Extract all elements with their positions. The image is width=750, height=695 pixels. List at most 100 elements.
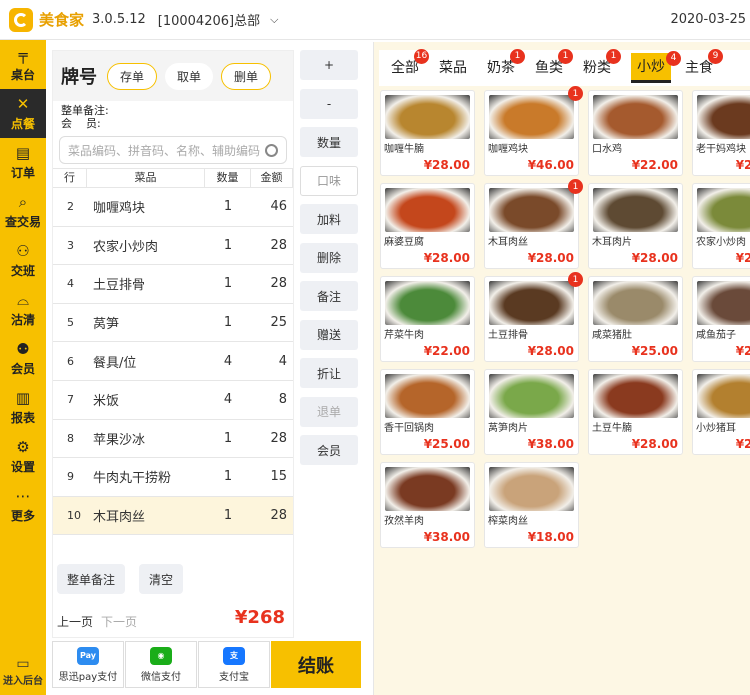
sidebar-item-9[interactable]: ⋯ 更多 xyxy=(0,481,46,530)
op-button-8[interactable]: 折让 xyxy=(300,358,358,388)
dish-card[interactable]: 农家小炒肉 ¥28.00 xyxy=(692,183,750,269)
table-row[interactable]: 8 苹果沙冰 1 28 xyxy=(53,420,293,459)
dish-card[interactable]: 咸鱼茄子 ¥28.00 xyxy=(692,276,750,362)
dish-price: ¥28.00 xyxy=(423,251,470,265)
dish-card[interactable]: 麻婆豆腐 ¥28.00 xyxy=(380,183,475,269)
sidebar-item-label: 会员 xyxy=(10,361,35,376)
dish-price: ¥38.00 xyxy=(527,437,574,451)
dish-name: 莴笋 xyxy=(93,317,120,333)
take-order-button[interactable]: 取单 xyxy=(165,62,214,90)
op-button-6[interactable]: 备注 xyxy=(300,281,358,311)
dish-card[interactable]: 榨菜肉丝 ¥18.00 xyxy=(484,462,579,548)
op-button-2[interactable]: 数量 xyxy=(300,127,358,157)
dish-card[interactable]: 木耳肉丝 ¥28.00 1 xyxy=(484,179,583,269)
category-tab[interactable]: 粉类 1 xyxy=(583,49,621,85)
dish-card[interactable]: 香干回锅肉 ¥25.00 xyxy=(380,369,475,455)
table-row[interactable]: 10 木耳肉丝 1 28 xyxy=(53,496,293,536)
category-tab[interactable]: 全部 16 xyxy=(391,49,429,85)
dish-image xyxy=(489,95,574,139)
category-tab[interactable]: 主食 9 xyxy=(685,49,723,85)
sidebar-item-label: 沽清 xyxy=(10,312,35,327)
table-row[interactable]: 6 餐具/位 4 4 xyxy=(53,342,293,381)
table-row[interactable]: 4 土豆排骨 1 28 xyxy=(53,265,293,304)
row-number: 10 xyxy=(67,509,81,523)
category-tab[interactable]: 鱼类 1 xyxy=(535,49,573,85)
dish-image xyxy=(697,95,750,139)
row-number: 8 xyxy=(67,431,74,445)
payment-button-2[interactable]: 支支付宝 xyxy=(198,641,270,688)
dish-name: 小炒猪耳 xyxy=(696,423,736,433)
dish-card[interactable]: 咸菜猪肚 ¥25.00 xyxy=(588,276,683,362)
next-page-link[interactable]: 下一页 xyxy=(101,615,137,629)
app-name: 美食家 xyxy=(39,11,85,29)
quantity: 1 xyxy=(223,430,233,446)
op-button-9[interactable]: 退单 xyxy=(300,396,358,427)
dish-name: 孜然羊肉 xyxy=(384,516,424,526)
dish-card[interactable]: 孜然羊肉 ¥38.00 xyxy=(380,462,475,548)
dish-card[interactable]: 咖喱牛腩 ¥28.00 xyxy=(380,90,475,176)
op-button-1[interactable]: - xyxy=(300,88,358,119)
dish-card[interactable]: 木耳肉片 ¥28.00 xyxy=(588,183,683,269)
sidebar-item-label: 设置 xyxy=(10,459,35,474)
table-header: 行 菜品 数量 金额 xyxy=(53,168,293,188)
sidebar-item-8[interactable]: ⚙ 设置 xyxy=(0,432,46,481)
sidebar-item-5[interactable]: ⌓ 沽清 xyxy=(0,285,46,334)
table-row[interactable]: 3 农家小炒肉 1 28 xyxy=(53,227,293,266)
sidebar-item-2[interactable]: ▤ 订单 xyxy=(0,138,46,187)
search-input[interactable]: 菜品编码、拼音码、名称、辅助编码 xyxy=(59,136,287,164)
sidebar-item-7[interactable]: ▥ 报表 xyxy=(0,383,46,432)
table-row[interactable]: 5 莴笋 1 25 xyxy=(53,304,293,343)
dish-card[interactable]: 芹菜牛肉 ¥22.00 xyxy=(380,276,475,362)
payment-button-1[interactable]: ◉ 微信支付 xyxy=(125,641,197,688)
sidebar-item-6[interactable]: ⚉ 会员 xyxy=(0,334,46,383)
sidebar-item-0[interactable]: ╤ 桌台 xyxy=(0,40,46,89)
dish-card[interactable]: 咖喱鸡块 ¥46.00 1 xyxy=(484,86,583,176)
store-selector[interactable]: [10004206]总部 xyxy=(158,10,260,29)
category-tab[interactable]: 菜品 xyxy=(439,51,467,85)
op-button-7[interactable]: 赠送 xyxy=(300,319,358,350)
payment-button-0[interactable]: Pay 思迅pay支付 xyxy=(52,641,124,688)
dish-image xyxy=(593,374,678,418)
dish-card[interactable]: 土豆排骨 ¥28.00 1 xyxy=(484,272,583,362)
payment-label: 支付宝 xyxy=(219,671,249,683)
sidebar-item-3[interactable]: ⌕ 查交易 xyxy=(0,187,46,236)
clear-button[interactable]: 清空 xyxy=(139,564,184,594)
quantity: 1 xyxy=(223,237,233,253)
sidebar-item-1[interactable]: ✕ 点餐 xyxy=(0,89,46,138)
sidebar-item-label: 进入后台 xyxy=(3,676,43,687)
table-row[interactable]: 7 米饭 4 8 xyxy=(53,381,293,420)
op-button-0[interactable]: + xyxy=(300,50,358,80)
category-tab[interactable]: 奶茶 1 xyxy=(487,49,525,85)
search-doc-icon: ⌕ xyxy=(18,192,28,211)
table-icon: ╤ xyxy=(18,45,28,64)
order-title: 牌号 xyxy=(61,67,97,88)
table-row[interactable]: 2 咖喱鸡块 1 46 xyxy=(53,188,293,227)
prev-page-link[interactable]: 上一页 xyxy=(57,615,93,629)
delete-order-button[interactable]: 删单 xyxy=(221,62,272,90)
app-version: 3.0.5.12 xyxy=(92,12,146,27)
category-label: 小炒 xyxy=(637,59,665,75)
category-tab[interactable]: 小炒 4 xyxy=(631,51,681,83)
dish-card[interactable]: 口水鸡 ¥22.00 xyxy=(588,90,683,176)
sidebar: ╤ 桌台 ✕ 点餐 ▤ 订单 ⌕ 查交易 ⚇ 交班 ⌓ 沽清 ⚉ 会员 ▥ 报表 ⚙ 设置 ⋯ 更多 ▭ 进入后台 xyxy=(0,40,46,695)
dish-card[interactable]: 老干妈鸡块 ¥28.00 xyxy=(692,90,750,176)
dish-image xyxy=(697,281,750,325)
checkout-button[interactable]: 结账 xyxy=(271,641,361,688)
column-header: 行 xyxy=(53,168,87,188)
chevron-down-icon[interactable]: ⌵ xyxy=(270,13,278,27)
dish-card[interactable]: 小炒猪耳 ¥28.00 xyxy=(692,369,750,455)
op-button-5[interactable]: 删除 xyxy=(300,242,358,273)
order-note-button[interactable]: 整单备注 xyxy=(57,564,126,594)
op-button-10[interactable]: 会员 xyxy=(300,435,358,465)
sidebar-item-4[interactable]: ⚇ 交班 xyxy=(0,236,46,285)
op-button-4[interactable]: 加料 xyxy=(300,204,358,234)
dish-card[interactable]: 莴笋肉片 ¥38.00 xyxy=(484,369,579,455)
count-badge: 1 xyxy=(510,49,525,64)
op-button-3[interactable]: 口味 xyxy=(300,165,358,196)
search-icon[interactable] xyxy=(265,143,278,157)
table-row[interactable]: 9 牛肉丸干捞粉 1 15 xyxy=(53,458,293,497)
sidebar-item-backend[interactable]: ▭ 进入后台 xyxy=(0,656,46,687)
dish-card[interactable]: 土豆牛腩 ¥28.00 xyxy=(588,369,683,455)
dish-image xyxy=(489,188,574,232)
save-order-button[interactable]: 存单 xyxy=(107,62,158,90)
